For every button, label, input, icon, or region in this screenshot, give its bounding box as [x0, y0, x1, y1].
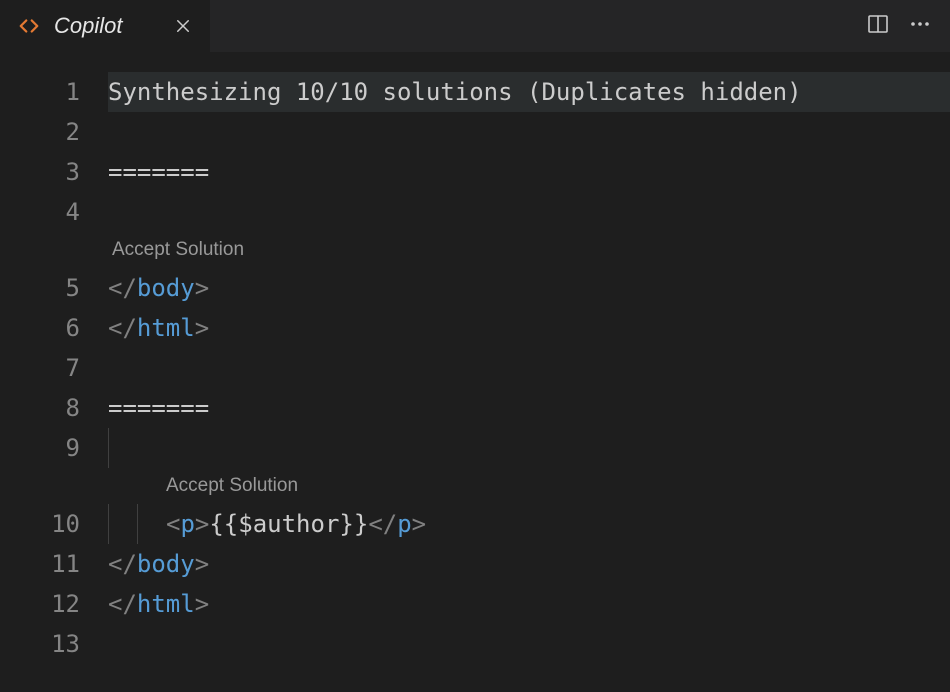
code-text: Synthesizing 10/10 solutions (Duplicates…: [108, 78, 802, 106]
gutter: 1 2 3 4 5 6 7 8 9 10 11 12 13: [0, 52, 108, 692]
line-number: 13: [0, 624, 108, 664]
line-number: 2: [0, 112, 108, 152]
punct: </: [368, 510, 397, 538]
accept-solution-link[interactable]: Accept Solution: [108, 232, 950, 268]
line-number: 12: [0, 584, 108, 624]
code-icon: [18, 15, 40, 37]
more-actions-icon[interactable]: [908, 12, 932, 40]
punct: <: [166, 510, 180, 538]
indent-guide: [108, 428, 137, 468]
code-line[interactable]: </body>: [108, 268, 950, 308]
line-number: 4: [0, 192, 108, 232]
punct: </: [108, 314, 137, 342]
code-line[interactable]: </html>: [108, 584, 950, 624]
punct: </: [108, 590, 137, 618]
split-editor-icon[interactable]: [866, 12, 890, 40]
code-line[interactable]: =======: [108, 152, 950, 192]
line-number: 7: [0, 348, 108, 388]
line-number: 3: [0, 152, 108, 192]
code-text: {{$author}}: [209, 510, 368, 538]
editor-content[interactable]: Synthesizing 10/10 solutions (Duplicates…: [108, 52, 950, 692]
code-line[interactable]: [108, 112, 950, 152]
tag: p: [180, 510, 194, 538]
code-line[interactable]: Synthesizing 10/10 solutions (Duplicates…: [108, 72, 950, 112]
tag: p: [397, 510, 411, 538]
tag: body: [137, 550, 195, 578]
code-line[interactable]: [108, 624, 950, 664]
line-number: 1: [0, 72, 108, 112]
line-number: 6: [0, 308, 108, 348]
punct: </: [108, 274, 137, 302]
editor-actions: [866, 12, 950, 40]
accept-solution-link[interactable]: Accept Solution: [108, 468, 950, 504]
line-number: 11: [0, 544, 108, 584]
tab-group: Copilot: [0, 0, 210, 52]
punct: >: [412, 510, 426, 538]
line-number: 5: [0, 268, 108, 308]
tab-label: Copilot: [54, 13, 122, 39]
tag: html: [137, 314, 195, 342]
punct: </: [108, 550, 137, 578]
code-text: =======: [108, 158, 209, 186]
punct: >: [195, 274, 209, 302]
punct: >: [195, 590, 209, 618]
close-icon[interactable]: [170, 13, 196, 39]
punct: >: [195, 550, 209, 578]
code-line[interactable]: </body>: [108, 544, 950, 584]
punct: >: [195, 510, 209, 538]
indent-guide: [137, 504, 166, 544]
line-number: 8: [0, 388, 108, 428]
code-text: =======: [108, 394, 209, 422]
code-line[interactable]: [108, 348, 950, 388]
code-line[interactable]: </html>: [108, 308, 950, 348]
tab-copilot[interactable]: Copilot: [0, 0, 210, 52]
line-number: 9: [0, 428, 108, 468]
tag: html: [137, 590, 195, 618]
codelens-gap: [0, 232, 108, 268]
tab-bar: Copilot: [0, 0, 950, 52]
code-line[interactable]: [108, 428, 950, 468]
code-line[interactable]: =======: [108, 388, 950, 428]
codelens-gap: [0, 468, 108, 504]
line-number: 10: [0, 504, 108, 544]
code-line[interactable]: [108, 192, 950, 232]
punct: >: [195, 314, 209, 342]
editor[interactable]: 1 2 3 4 5 6 7 8 9 10 11 12 13 Synthesizi…: [0, 52, 950, 692]
code-line[interactable]: <p>{{$author}}</p>: [108, 504, 950, 544]
indent-guide: [108, 504, 137, 544]
tag: body: [137, 274, 195, 302]
